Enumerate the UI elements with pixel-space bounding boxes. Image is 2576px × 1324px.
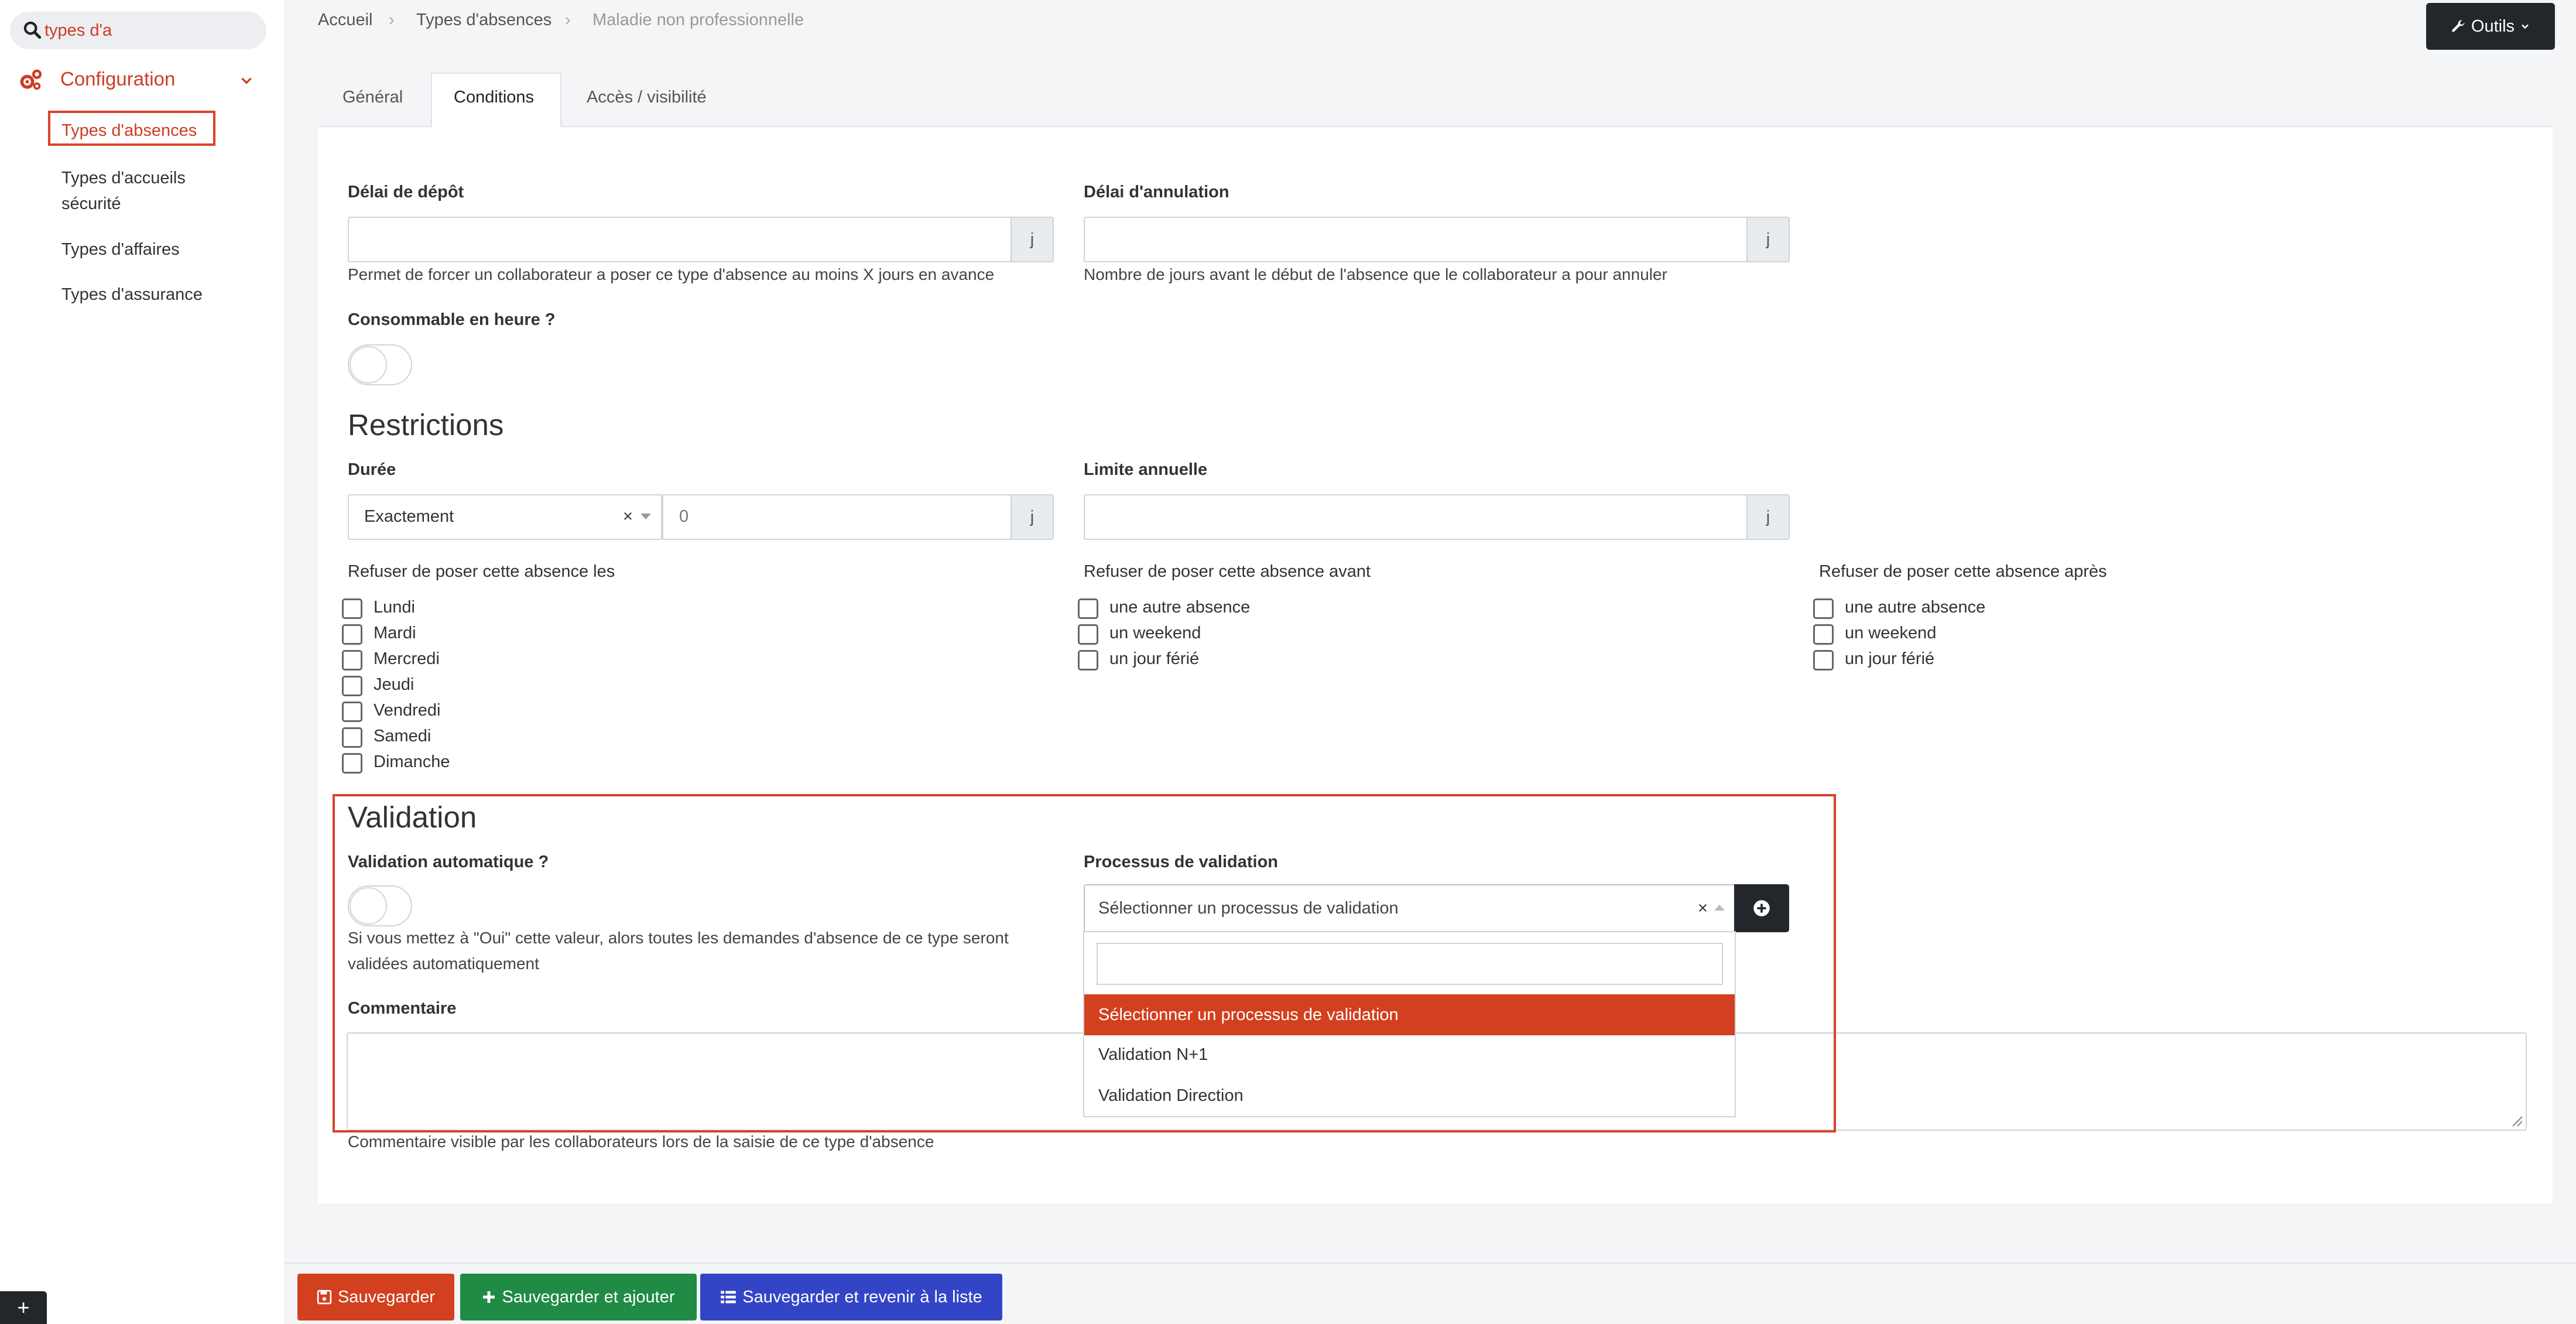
checkbox-label: Dimanche <box>374 752 450 771</box>
delai-annulation-input[interactable] <box>1084 217 1748 262</box>
breadcrumb-current: Maladie non professionnelle <box>592 11 804 29</box>
save-and-add-label: Sauvegarder et ajouter <box>502 1287 675 1306</box>
duree-addon: j <box>1010 494 1054 540</box>
checkbox-apres-jour-ferie[interactable] <box>1813 650 1834 670</box>
delai-depot-help: Permet de forcer un collaborateur a pose… <box>348 265 995 283</box>
breadcrumb-types-absences[interactable]: Types d'absences <box>416 7 551 33</box>
checkbox-label: Jeudi <box>374 675 415 694</box>
list-icon <box>721 1291 737 1304</box>
corner-plus-button[interactable]: + <box>0 1291 47 1324</box>
sidebar-item-label: sécurité <box>61 194 121 213</box>
limite-annuelle-addon: j <box>1746 494 1790 540</box>
chevron-down-icon[interactable] <box>239 73 254 88</box>
checkbox-label: un jour férié <box>1845 649 1935 668</box>
checkbox-label: Mardi <box>374 624 416 642</box>
checkbox-avant-jour-ferie[interactable] <box>1078 650 1098 670</box>
tools-label: Outils <box>2471 16 2515 36</box>
breadcrumb-separator: › <box>389 11 395 29</box>
tab-acces-visibilite[interactable]: Accès / visibilité <box>587 84 707 110</box>
save-button-label: Sauvegarder <box>337 1287 436 1306</box>
checkbox-label: Samedi <box>374 727 431 745</box>
checkbox-vendredi[interactable] <box>342 702 362 722</box>
checkbox-lundi[interactable] <box>342 598 362 619</box>
restrictions-heading: Restrictions <box>348 408 504 442</box>
checkbox-avant-weekend[interactable] <box>1078 624 1098 645</box>
checkbox-apres-weekend[interactable] <box>1813 624 1834 645</box>
save-and-add-button[interactable]: Sauvegarder et ajouter <box>460 1274 697 1320</box>
checkbox-label: Lundi <box>374 598 415 617</box>
wrench-icon <box>2452 20 2465 32</box>
tab-general[interactable]: Général <box>342 84 403 110</box>
sidebar-item-label: Types d'accueils <box>61 169 186 187</box>
plus-icon <box>483 1291 495 1303</box>
tools-button[interactable]: Outils <box>2426 3 2555 50</box>
delai-depot-input[interactable] <box>348 217 1012 262</box>
duree-clear-icon[interactable]: × <box>623 504 633 529</box>
limite-annuelle-label: Limite annuelle <box>1084 460 1208 479</box>
delai-depot-label: Délai de dépôt <box>348 183 464 201</box>
checkbox-mardi[interactable] <box>342 624 362 645</box>
duree-label: Durée <box>348 460 396 479</box>
breadcrumb-separator: › <box>565 11 571 29</box>
delai-annulation-addon: j <box>1746 217 1790 262</box>
sidebar-item-types-assurance[interactable]: Types d'assurance <box>61 282 203 307</box>
refuser-les-label: Refuser de poser cette absence les <box>348 562 615 581</box>
refuser-apres-label: Refuser de poser cette absence après <box>1819 562 2107 581</box>
caret-down-icon[interactable] <box>639 512 652 521</box>
checkbox-jeudi[interactable] <box>342 676 362 696</box>
checkbox-label: Vendredi <box>374 701 441 720</box>
resize-handle-icon[interactable] <box>2510 1114 2523 1127</box>
checkbox-samedi[interactable] <box>342 727 362 748</box>
consommable-toggle-knob <box>350 346 387 384</box>
validation-section-highlight <box>333 794 1836 1133</box>
save-button[interactable]: Sauvegarder <box>297 1274 454 1320</box>
save-and-return-button[interactable]: Sauvegarder et revenir à la liste <box>700 1274 1002 1320</box>
cogs-icon <box>20 69 42 90</box>
checkbox-label: un weekend <box>1845 624 1937 642</box>
save-and-return-label: Sauvegarder et revenir à la liste <box>742 1287 982 1306</box>
checkbox-label: Mercredi <box>374 649 440 668</box>
checkbox-mercredi[interactable] <box>342 650 362 670</box>
consommable-label: Consommable en heure ? <box>348 310 556 329</box>
delai-annulation-label: Délai d'annulation <box>1084 183 1229 201</box>
breadcrumb-home[interactable]: Accueil <box>318 7 373 33</box>
tab-conditions[interactable]: Conditions <box>454 84 534 110</box>
refuser-avant-label: Refuser de poser cette absence avant <box>1084 562 1371 581</box>
delai-depot-addon: j <box>1010 217 1054 262</box>
duree-number-input[interactable] <box>662 494 1012 540</box>
sidebar-item-types-absences[interactable]: Types d'absences <box>61 118 197 143</box>
duree-number-value: 0 <box>679 507 689 526</box>
duree-select-value: Exactement <box>364 507 454 526</box>
search-icon <box>23 21 42 39</box>
sidebar-search-value: types d'a <box>44 21 112 40</box>
floppy-disk-icon <box>317 1289 332 1305</box>
sidebar-item-types-affaires[interactable]: Types d'affaires <box>61 237 180 262</box>
delai-annulation-help: Nombre de jours avant le début de l'abse… <box>1084 265 1667 283</box>
chevron-down-icon <box>2522 24 2529 29</box>
checkbox-label: un weekend <box>1109 624 1201 642</box>
checkbox-label: un jour férié <box>1109 649 1200 668</box>
commentaire-help: Commentaire visible par les collaborateu… <box>348 1133 934 1151</box>
sidebar-item-types-accueils[interactable]: Types d'accueils sécurité <box>61 165 186 217</box>
checkbox-dimanche[interactable] <box>342 753 362 774</box>
checkbox-label: une autre absence <box>1845 598 1986 617</box>
sidebar-section-configuration[interactable]: Configuration <box>60 65 175 93</box>
checkbox-apres-autre-absence[interactable] <box>1813 598 1834 619</box>
checkbox-avant-autre-absence[interactable] <box>1078 598 1098 619</box>
limite-annuelle-input[interactable] <box>1084 494 1748 540</box>
checkbox-label: une autre absence <box>1109 598 1251 617</box>
